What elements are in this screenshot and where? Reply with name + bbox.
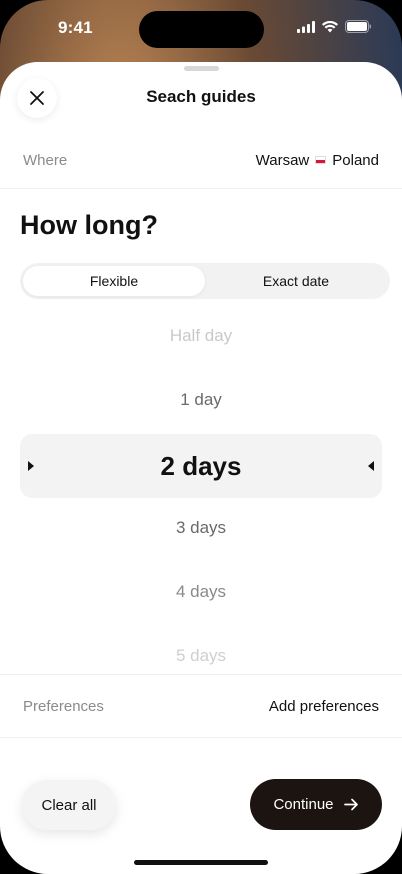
home-indicator[interactable] xyxy=(134,860,268,865)
picker-option[interactable]: 1 day xyxy=(0,390,402,410)
status-bar: 9:41 xyxy=(0,0,402,58)
where-label: Where xyxy=(23,151,68,169)
signal-icon xyxy=(297,20,315,33)
where-row[interactable]: Where Warsaw Poland xyxy=(0,132,402,189)
dynamic-island xyxy=(139,11,264,48)
duration-heading: How long? xyxy=(20,210,158,240)
preferences-label: Preferences xyxy=(23,697,104,715)
picker-option[interactable]: 5 days xyxy=(0,646,402,666)
wifi-icon xyxy=(322,20,338,32)
poland-flag-icon xyxy=(315,156,327,164)
search-sheet: Seach guides Where Warsaw Poland How lon… xyxy=(0,62,402,874)
continue-label: Continue xyxy=(273,796,334,813)
tab-exact-date[interactable]: Exact date xyxy=(205,266,387,296)
where-value: Warsaw Poland xyxy=(256,152,379,169)
picker-selected-option[interactable]: 2 days xyxy=(0,451,402,482)
continue-button[interactable]: Continue xyxy=(250,779,382,830)
add-preferences-link[interactable]: Add preferences xyxy=(269,698,379,715)
status-icons xyxy=(297,20,372,33)
tab-flexible[interactable]: Flexible xyxy=(23,266,205,296)
clear-all-button[interactable]: Clear all xyxy=(22,780,116,830)
where-city: Warsaw xyxy=(255,151,310,169)
where-country: Poland xyxy=(332,151,379,169)
sheet-grabber[interactable] xyxy=(184,66,219,71)
phone-screen: 9:41 Seach guides Where Warsaw Poland Ho… xyxy=(0,0,402,874)
picker-option[interactable]: 4 days xyxy=(0,582,402,602)
battery-icon xyxy=(345,20,371,33)
mode-segmented-control: Flexible Exact date xyxy=(20,263,390,299)
preferences-row[interactable]: Preferences Add preferences xyxy=(0,674,402,738)
sheet-title: Seach guides xyxy=(146,87,256,106)
picker-option[interactable]: Half day xyxy=(0,326,402,346)
status-time: 9:41 xyxy=(58,18,93,37)
duration-picker[interactable]: Half day 1 day 2 days 3 days 4 days 5 da… xyxy=(0,306,402,674)
picker-option[interactable]: 3 days xyxy=(0,518,402,538)
arrow-right-icon xyxy=(343,798,358,811)
